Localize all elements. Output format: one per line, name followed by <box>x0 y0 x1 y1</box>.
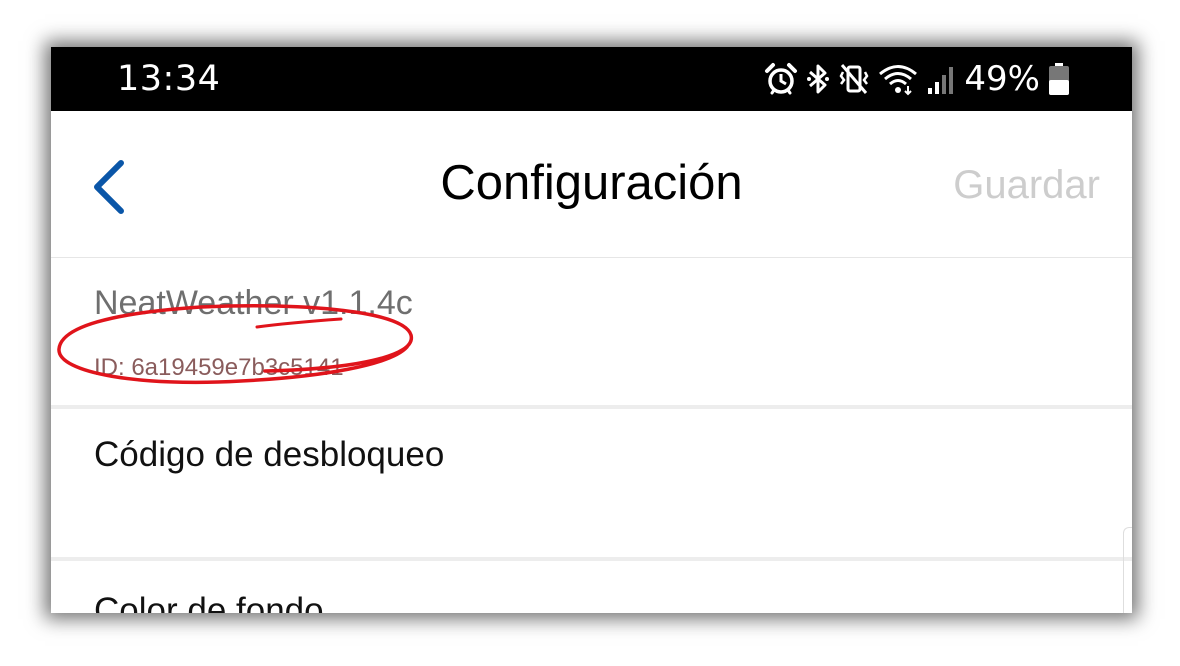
save-button[interactable]: Guardar <box>953 161 1100 209</box>
status-bar: 13:34 49% <box>51 47 1132 111</box>
battery-percent: 49% <box>964 59 1040 99</box>
unlock-code-label: Código de desbloqueo <box>94 435 445 474</box>
alarm-icon <box>765 63 798 95</box>
background-color-label: Color de fondo <box>94 591 324 613</box>
signal-icon <box>928 67 954 94</box>
wifi-icon <box>879 65 918 96</box>
app-info-row: NeatWeather v1.1.4c ID: 6a19459e7b3c5141 <box>51 261 1132 405</box>
status-icons: 49% <box>764 59 1070 99</box>
background-color-row[interactable]: Color de fondo <box>51 561 1132 613</box>
device-id-label: ID: 6a19459e7b3c5141 <box>94 354 344 381</box>
scroll-indicator <box>1123 527 1132 613</box>
vibrate-icon <box>839 64 869 94</box>
status-time: 13:34 <box>117 59 221 99</box>
app-bar: Configuración Guardar <box>51 111 1132 258</box>
battery-icon <box>1049 63 1069 95</box>
phone-screen: 13:34 49% Configuración Guardar NeatWeat… <box>51 47 1132 613</box>
app-version-label: NeatWeather v1.1.4c <box>94 284 413 322</box>
unlock-code-row[interactable]: Código de desbloqueo <box>51 409 1132 557</box>
bluetooth-icon <box>807 64 830 94</box>
